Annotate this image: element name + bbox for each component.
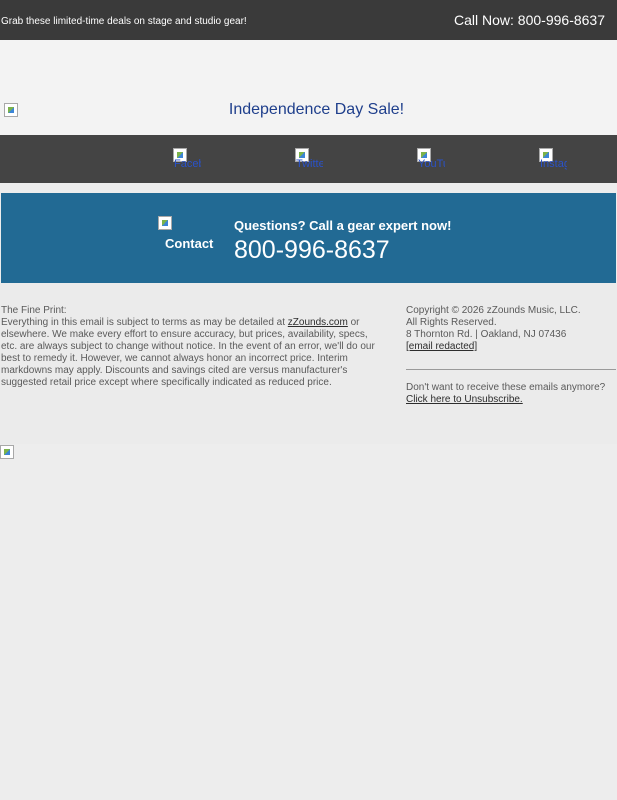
footer: The Fine Print: Everything in this email…	[0, 283, 617, 444]
fine-print-heading: The Fine Print:	[1, 305, 67, 316]
call-now-phone[interactable]: Call Now: 800-996-8637	[454, 12, 605, 28]
gear-expert-callout: Contact Questions? Call a gear expert no…	[1, 193, 616, 283]
social-link-twitter[interactable]: Twitter	[295, 148, 323, 170]
hero-banner-alt-text[interactable]: Independence Day Sale!	[0, 101, 617, 119]
rights-text: All Rights Reserved.	[406, 317, 497, 328]
company-info: Copyright © 2026 zZounds Music, LLC. All…	[406, 305, 616, 406]
callout-phone-number[interactable]: 800-996-8637	[234, 235, 390, 265]
fine-print: The Fine Print: Everything in this email…	[1, 305, 381, 389]
top-bar: Grab these limited-time deals on stage a…	[0, 0, 617, 40]
address-text: 8 Thornton Rd. | Oakland, NJ 07436	[406, 329, 567, 340]
contact-alt-text: Contact	[165, 236, 214, 251]
facebook-alt-text: Facebook	[174, 158, 201, 170]
youtube-alt-text: YouTube	[418, 158, 445, 170]
unsubscribe-prompt: Don't want to receive these emails anymo…	[406, 382, 606, 393]
promo-text: Grab these limited-time deals on stage a…	[1, 16, 247, 27]
callout-question: Questions? Call a gear expert now!	[234, 218, 452, 233]
copyright-text: Copyright © 2026 zZounds Music, LLC.	[406, 305, 581, 316]
instagram-alt-text: Instagram	[540, 158, 567, 170]
fine-print-text-start: Everything in this email is subject to t…	[1, 317, 288, 328]
fine-print-body: Everything in this email is subject to t…	[1, 317, 381, 389]
social-link-instagram[interactable]: Instagram	[539, 148, 567, 170]
social-link-facebook[interactable]: Facebook	[173, 148, 201, 170]
divider	[406, 369, 616, 370]
zzounds-link[interactable]: zZounds.com	[288, 317, 348, 328]
email-link[interactable]: [email redacted]	[406, 341, 477, 352]
social-links-bar: Facebook Twitter YouTube Instagram	[0, 135, 617, 183]
unsubscribe-link[interactable]: Click here to Unsubscribe.	[406, 394, 523, 405]
broken-image-icon	[0, 445, 14, 459]
social-link-youtube[interactable]: YouTube	[417, 148, 445, 170]
contact-icon	[158, 216, 172, 230]
twitter-alt-text: Twitter	[296, 158, 323, 170]
tracking-pixel-area	[0, 444, 617, 800]
hero-banner[interactable]: Independence Day Sale!	[0, 40, 617, 135]
